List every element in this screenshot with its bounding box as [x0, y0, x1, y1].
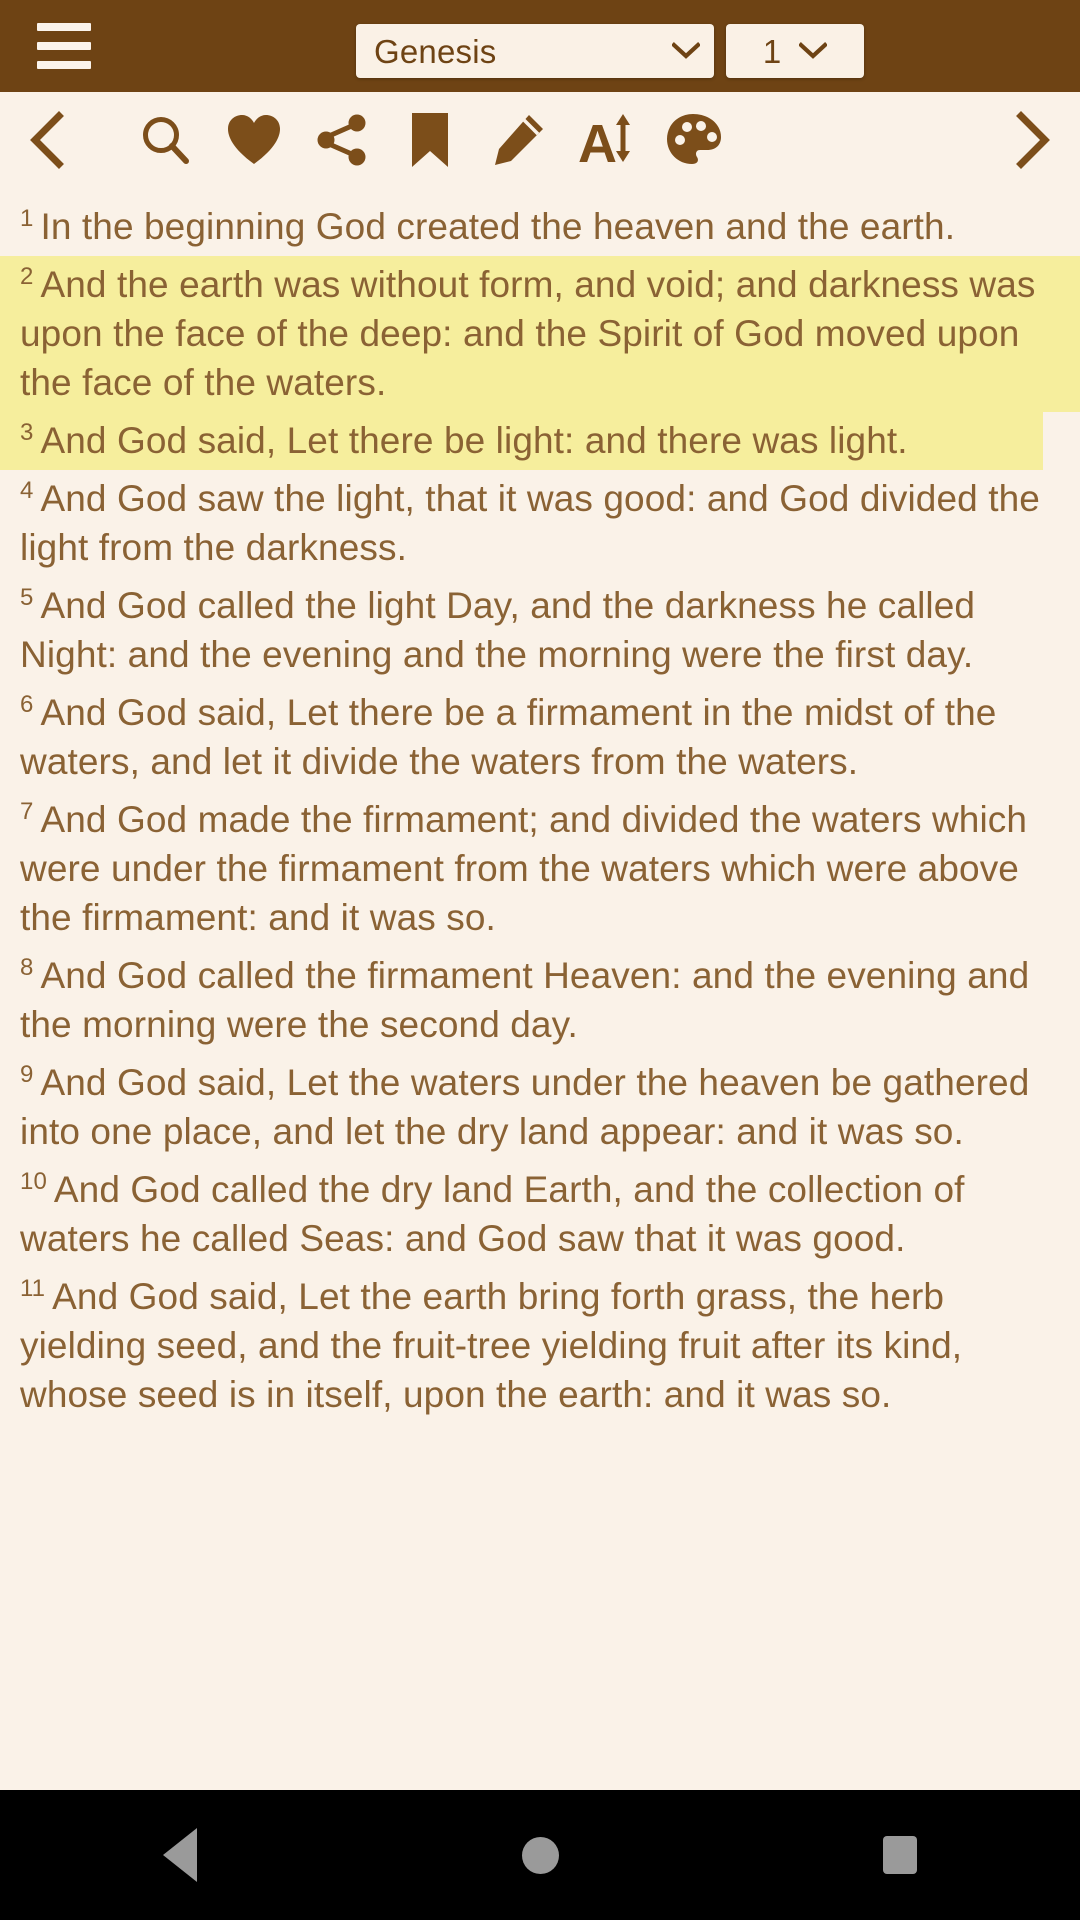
book-selector[interactable]: Genesis: [356, 24, 714, 78]
verse-3[interactable]: 3 And God said, Let there be light: and t…: [0, 412, 1080, 470]
system-home-button[interactable]: [450, 1790, 630, 1920]
font-size-icon: A: [578, 114, 630, 168]
verse-text: And God said, Let there be light: and th…: [40, 420, 908, 461]
verse-text: And the earth was without form, and void…: [20, 264, 1036, 403]
chevron-left-icon: [30, 111, 64, 169]
verse-number: 6: [20, 690, 34, 718]
verse-number: 2: [20, 262, 34, 290]
hamburger-bar: [37, 61, 91, 69]
hamburger-menu-icon[interactable]: [16, 0, 112, 92]
verse-10[interactable]: 10 And God called the dry land Earth, and…: [0, 1161, 1080, 1268]
bookmark-icon: [412, 113, 448, 167]
verse-9[interactable]: 9 And God said, Let the waters under the …: [0, 1054, 1080, 1161]
recents-square-icon: [883, 1836, 917, 1874]
system-navigation-bar: [0, 1790, 1080, 1920]
verse-text: And God made the firmament; and divided …: [20, 799, 1028, 938]
verse-8[interactable]: 8 And God called the firmament Heaven: an…: [0, 947, 1080, 1054]
verse-text: And God said, Let there be a firmament i…: [20, 692, 997, 782]
verse-5[interactable]: 5 And God called the light Day, and the d…: [0, 577, 1080, 684]
verse-number: 5: [20, 583, 34, 611]
next-chapter-button[interactable]: [984, 92, 1080, 188]
verse-number: 3: [20, 418, 34, 446]
home-circle-icon: [521, 1836, 559, 1874]
verse-number: 11: [20, 1274, 46, 1302]
verse-number: 10: [20, 1167, 47, 1195]
verse-number: 8: [20, 953, 34, 981]
back-triangle-icon: [163, 1828, 197, 1882]
verse-6[interactable]: 6 And God said, Let there be a firmament …: [0, 684, 1080, 791]
verse-2[interactable]: 2 And the earth was without form, and voi…: [0, 256, 1080, 412]
book-selector-value: Genesis: [374, 32, 497, 70]
heart-icon: [228, 115, 280, 164]
app-header: Genesis 1: [0, 0, 1080, 92]
share-button[interactable]: [298, 92, 386, 188]
toolbar-actions: A: [122, 92, 984, 188]
verse-7[interactable]: 7 And God made the firmament; and divided…: [0, 791, 1080, 947]
search-button[interactable]: [122, 92, 210, 188]
previous-chapter-button[interactable]: [0, 92, 96, 188]
verse-number: 1: [20, 204, 34, 232]
verse-text: And God said, Let the waters under the h…: [20, 1062, 1030, 1152]
chevron-down-icon: [672, 42, 700, 59]
verse-text: And God called the dry land Earth, and t…: [20, 1169, 965, 1259]
hamburger-bar: [37, 23, 91, 31]
note-button[interactable]: [474, 92, 562, 188]
bookmark-button[interactable]: [386, 92, 474, 188]
chapter-selector[interactable]: 1: [726, 24, 864, 78]
palette-icon: [667, 114, 721, 164]
verse-text: And God called the firmament Heaven: and…: [20, 955, 1030, 1045]
verse-number: 9: [20, 1060, 34, 1088]
reader-toolbar: A: [0, 92, 1080, 188]
favorite-button[interactable]: [210, 92, 298, 188]
bible-reader-app: Genesis 1 A 1 In the beginning God creat…: [0, 0, 1080, 1920]
verse-number: 4: [20, 476, 34, 504]
verse-1[interactable]: 1 In the beginning God created the heaven…: [0, 198, 1080, 256]
verse-text: And God saw the light, that it was good:…: [20, 478, 1040, 568]
pencil-icon: [495, 115, 543, 165]
verse-text: And God called the light Day, and the da…: [20, 585, 976, 675]
theme-button[interactable]: [650, 92, 738, 188]
verse-list[interactable]: 1 In the beginning God created the heaven…: [0, 188, 1080, 1790]
verse-text: In the beginning God created the heaven …: [40, 206, 956, 247]
hamburger-bar: [37, 42, 91, 50]
verse-11[interactable]: 11 And God said, Let the earth bring fort…: [0, 1268, 1080, 1424]
svg-text:A: A: [578, 114, 617, 168]
font-size-button[interactable]: A: [562, 92, 650, 188]
system-back-button[interactable]: [90, 1790, 270, 1920]
system-recents-button[interactable]: [810, 1790, 990, 1920]
chevron-down-icon: [799, 42, 828, 59]
share-icon: [317, 114, 366, 166]
verse-number: 7: [20, 797, 34, 825]
search-icon: [143, 117, 189, 164]
verse-4[interactable]: 4 And God saw the light, that it was good…: [0, 470, 1080, 577]
chevron-right-icon: [1016, 111, 1050, 169]
chapter-selector-value: 1: [762, 32, 782, 70]
verse-text: And God said, Let the earth bring forth …: [20, 1276, 963, 1415]
